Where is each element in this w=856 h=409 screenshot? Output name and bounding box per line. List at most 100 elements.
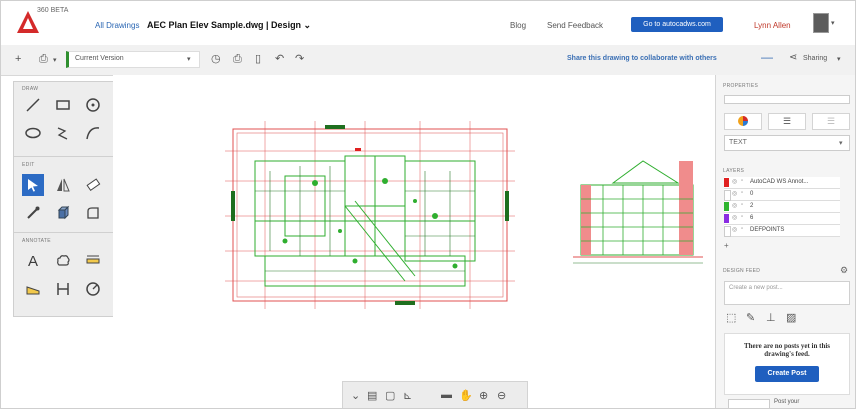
layer-color-swatch <box>724 202 729 211</box>
object-type-value: TEXT <box>729 139 747 146</box>
add-layer-icon[interactable]: + <box>724 241 729 250</box>
lock-icon[interactable]: ▫ <box>741 178 743 184</box>
layer-row[interactable]: ◎ ▫ 6 <box>724 213 840 225</box>
layer-color-swatch <box>724 178 729 187</box>
eyedropper-icon[interactable] <box>22 202 44 224</box>
object-type-select[interactable]: TEXT ▾ <box>724 135 850 151</box>
chevron-down-icon[interactable]: ▾ <box>53 55 57 67</box>
undo-icon[interactable]: ↶ <box>275 53 284 65</box>
distance-measure-icon[interactable] <box>52 278 74 300</box>
tool-palette: DRAW EDIT ANNOTATE A <box>13 81 115 317</box>
image-icon[interactable]: ▨ <box>786 311 796 324</box>
sharing-label: Sharing <box>803 55 828 62</box>
lock-icon[interactable]: ▫ <box>741 202 743 208</box>
line-type-icon[interactable]: ☰ <box>812 113 850 130</box>
post-your-text: Post your <box>774 399 800 405</box>
layer-name: 2 <box>750 203 754 209</box>
line-weight-icon[interactable]: ☰ <box>768 113 806 130</box>
drawing-canvas[interactable] <box>113 75 715 408</box>
layer-name: 6 <box>750 215 754 221</box>
annotate-section-title: ANNOTATE <box>22 238 51 244</box>
chevron-down-icon: ▾ <box>837 56 841 63</box>
user-name-link[interactable]: Lynn Allen <box>754 21 791 30</box>
gear-icon[interactable]: ⚙ <box>840 265 848 276</box>
lock-icon[interactable]: ▫ <box>741 226 743 232</box>
sharing-button[interactable]: ⋖ Sharing ▾ <box>787 51 849 67</box>
visibility-icon[interactable]: ◎ <box>732 190 737 197</box>
stretch-tool-icon[interactable] <box>82 202 104 224</box>
zoom-in-icon[interactable]: ⊕ <box>479 389 488 402</box>
properties-color-bar[interactable] <box>724 95 850 104</box>
history-icon[interactable]: ◷ <box>211 53 221 65</box>
area-measure-icon[interactable] <box>22 278 44 300</box>
visibility-icon[interactable]: ◎ <box>732 226 737 233</box>
3d-box-icon[interactable] <box>52 202 74 224</box>
avatar[interactable] <box>813 13 829 33</box>
design-feed-title: DESIGN FEED <box>723 268 761 274</box>
pin-icon[interactable]: ✎ <box>746 311 755 324</box>
floor-plan-drawing <box>225 121 515 309</box>
fit-screen-icon[interactable]: ▬ <box>441 389 452 401</box>
layers-icon[interactable]: ▤ <box>367 389 377 402</box>
pan-hand-icon[interactable]: ✋ <box>459 389 473 402</box>
edit-section-title: EDIT <box>22 162 35 168</box>
layer-name: DEFPOINTS <box>750 227 785 233</box>
layer-row[interactable]: ◎ ▫ 0 <box>724 189 840 201</box>
layer-color-swatch <box>724 214 729 223</box>
mirror-tool-icon[interactable] <box>52 174 74 196</box>
send-feedback-link[interactable]: Send Feedback <box>547 21 603 30</box>
page-icon[interactable]: ▢ <box>385 389 395 402</box>
circle-tool-icon[interactable] <box>82 94 104 116</box>
cloud-markup-icon[interactable] <box>52 250 74 272</box>
chevron-down-icon[interactable]: ⌄ <box>351 389 360 402</box>
visibility-icon[interactable]: ◎ <box>732 202 737 209</box>
measure-icon[interactable]: ⊾ <box>403 389 412 402</box>
select-cursor-icon[interactable] <box>22 174 44 196</box>
file-title-menu[interactable]: AEC Plan Elev Sample.dwg | Design ⌄ <box>147 20 311 31</box>
draw-section-title: DRAW <box>22 86 39 92</box>
eraser-icon[interactable] <box>82 174 104 196</box>
visibility-icon[interactable]: ◎ <box>732 178 737 185</box>
feed-attachment-icons: ⬚ ✎ ⊥ ▨ <box>724 311 824 325</box>
version-select[interactable]: Current Version ▾ <box>66 51 200 68</box>
app-window: 360 BETA All Drawings AEC Plan Elev Samp… <box>0 0 856 409</box>
visibility-icon[interactable]: ◎ <box>732 214 737 221</box>
screenshot-icon[interactable]: ⬚ <box>726 311 736 324</box>
layer-row[interactable]: ◎ ▫ 2 <box>724 201 840 213</box>
ellipse-tool-icon[interactable] <box>22 122 44 144</box>
layer-row[interactable]: ◎ ▫ AutoCAD WS Annot... <box>724 177 840 189</box>
share-icon: ⋖ <box>789 52 798 63</box>
lock-icon[interactable]: ▫ <box>741 190 743 196</box>
lock-icon[interactable]: ▫ <box>741 214 743 220</box>
elevation-drawing <box>573 160 703 264</box>
goto-autocadws-button[interactable]: Go to autocadws.com <box>631 17 723 32</box>
print-preview-icon[interactable]: ⎙ <box>233 53 242 65</box>
zoom-out-icon[interactable]: ⊖ <box>497 389 506 402</box>
polyline-tool-icon[interactable] <box>52 122 74 144</box>
user-tag-icon[interactable]: ⊥ <box>766 311 776 324</box>
color-wheel-icon[interactable] <box>724 113 762 130</box>
redo-icon[interactable]: ↷ <box>295 53 304 65</box>
line-tool-icon[interactable] <box>22 94 44 116</box>
print-icon[interactable]: ⎙ <box>39 53 48 65</box>
layer-row[interactable]: ◎ ▫ DEFPOINTS <box>724 225 840 237</box>
rectangle-tool-icon[interactable] <box>52 94 74 116</box>
radius-measure-icon[interactable] <box>82 278 104 300</box>
divider <box>14 232 114 233</box>
blog-link[interactable]: Blog <box>510 21 526 30</box>
linear-dimension-icon[interactable] <box>82 250 104 272</box>
chevron-down-icon[interactable]: ▾ <box>831 19 835 27</box>
share-prompt-text[interactable]: Share this drawing to collaborate with o… <box>567 55 717 62</box>
new-post-input[interactable]: Create a new post... <box>724 281 850 305</box>
all-drawings-link[interactable]: All Drawings <box>95 21 139 30</box>
divider <box>14 156 114 157</box>
trash-icon[interactable]: ▯ <box>255 53 261 65</box>
text-tool-icon[interactable]: A <box>22 250 44 272</box>
plus-icon[interactable]: + <box>15 53 21 65</box>
create-post-button[interactable]: Create Post <box>755 366 819 382</box>
arc-tool-icon[interactable] <box>82 122 104 144</box>
version-label: Current Version <box>75 55 124 62</box>
empty-feed-card: There are no posts yet in this drawing's… <box>724 333 850 395</box>
view-toolbar: ⌄ ▤ ▢ ⊾ ▬ ✋ ⊕ ⊖ <box>342 381 528 408</box>
layers-title: LAYERS <box>723 168 745 174</box>
